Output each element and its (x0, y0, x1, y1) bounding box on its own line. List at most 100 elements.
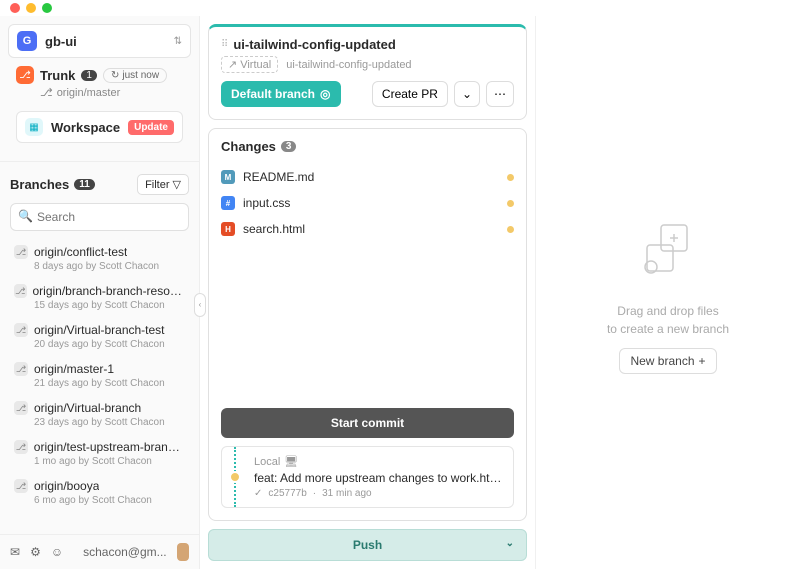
branches-count-badge: 11 (74, 179, 95, 190)
default-branch-button[interactable]: Default branch ◎ (221, 81, 341, 107)
branch-name: origin/booya (34, 479, 99, 493)
minimize-window-icon[interactable] (26, 3, 36, 13)
commit-status-icon: ✓ (254, 488, 262, 499)
laptop-icon: 🖥 (284, 455, 298, 468)
file-name: README.md (243, 170, 499, 184)
center-panel: ‹ ⠿ ui-tailwind-config-updated ↗Virtual … (200, 16, 535, 569)
window-titlebar (0, 0, 800, 16)
branch-icon: ⎇ (14, 284, 27, 298)
branch-icon: ⎇ (14, 401, 28, 415)
branch-icon: ⎇ (14, 479, 28, 493)
commit-meta: ✓ c25777b · 31 min ago (254, 488, 503, 499)
list-item[interactable]: ⎇ origin/test-upstream-branch21 mo ago by… (4, 434, 195, 473)
list-item[interactable]: ⎇ origin/booya6 mo ago by Scott Chacon (4, 473, 195, 512)
trunk-item[interactable]: ⎇ Trunk 1 ↻just now (8, 58, 191, 86)
create-pr-dropdown[interactable]: ⌄ (454, 81, 480, 107)
branch-title: ui-tailwind-config-updated (233, 37, 395, 52)
new-branch-button[interactable]: New branch + (619, 348, 716, 374)
close-window-icon[interactable] (10, 3, 20, 13)
commit-dot-icon (229, 471, 241, 483)
local-label: Local🖥 (254, 455, 503, 468)
branch-name: origin/Virtual-branch-test (34, 323, 165, 337)
sidebar: G gb-ui ⇅ ⎇ Trunk 1 ↻just now ⎇ origin/m… (0, 16, 200, 569)
drop-text: Drag and drop files to create a new bran… (607, 302, 729, 338)
create-pr-button[interactable]: Create PR (372, 81, 448, 107)
gear-icon[interactable]: ⚙ (30, 545, 41, 559)
filter-icon: ▽ (173, 178, 181, 191)
branch-name: origin/Virtual-branch (34, 401, 141, 415)
branch-subtitle: ui-tailwind-config-updated (286, 59, 411, 71)
branch-meta: 21 days ago by Scott Chacon (14, 376, 185, 389)
list-item[interactable]: ⎇ origin/Virtual-branch23 days ago by Sco… (4, 395, 195, 434)
file-icon: # (221, 196, 235, 210)
trunk-count-badge: 1 (81, 70, 97, 81)
list-item[interactable]: ⎇ origin/Virtual-branch-test20 days ago b… (4, 317, 195, 356)
workspace-icon: ▦ (25, 118, 43, 136)
file-row[interactable]: Hsearch.html (209, 216, 526, 242)
file-row[interactable]: M README.md (209, 164, 526, 190)
branch-name: origin/conflict-test (34, 245, 127, 259)
commit-card[interactable]: Local🖥 feat: Add more upstream changes t… (221, 446, 514, 508)
trunk-origin: ⎇ origin/master (8, 86, 191, 107)
modified-dot-icon (507, 174, 514, 181)
branch-name: origin/branch-branch-resource... (33, 284, 186, 298)
feedback-icon[interactable]: ☺ (51, 545, 63, 559)
branch-meta: 23 days ago by Scott Chacon (14, 415, 185, 428)
git-icon: ⎇ (40, 86, 53, 99)
workspace-update-badge[interactable]: Update (128, 120, 174, 135)
branch-meta: 20 days ago by Scott Chacon (14, 337, 185, 350)
commit-hash: c25777b (268, 488, 306, 499)
trunk-label: Trunk (40, 68, 75, 83)
commit-message: feat: Add more upstream changes to work.… (254, 468, 503, 488)
user-email[interactable]: schacon@gm... (83, 545, 167, 559)
changes-card: Changes 3 M README.md # input.css Hsearch.ht… (208, 128, 527, 521)
trunk-icon: ⎇ (16, 66, 34, 84)
filter-button[interactable]: Filter ▽ (137, 174, 189, 195)
workspace-item[interactable]: ▦ Workspace Update (16, 111, 183, 143)
list-item[interactable]: ⎇ origin/branch-branch-resource...15 days… (4, 278, 195, 317)
start-commit-button[interactable]: Start commit (221, 408, 514, 438)
branch-icon: ⎇ (14, 440, 28, 454)
push-button[interactable]: Push ⌄ (208, 529, 527, 561)
branch-name: origin/master-1 (34, 362, 114, 376)
workspace-label: Workspace (51, 120, 120, 135)
trunk-time-pill: ↻just now (103, 68, 167, 83)
commit-time: 31 min ago (322, 488, 371, 499)
sidebar-footer: ✉ ⚙ ☺ schacon@gm... (0, 534, 199, 569)
file-row[interactable]: # input.css (209, 190, 526, 216)
grip-icon[interactable]: ⠿ (221, 39, 227, 50)
branch-more-button[interactable]: ⋯ (486, 81, 514, 107)
file-list: M README.md # input.css Hsearch.html (209, 164, 526, 400)
changes-count-badge: 3 (281, 141, 297, 152)
branch-meta: 15 days ago by Scott Chacon (14, 298, 185, 311)
project-icon: G (17, 31, 37, 51)
virtual-badge: ↗Virtual (221, 56, 278, 73)
changes-heading: Changes 3 (209, 129, 526, 164)
project-selector[interactable]: G gb-ui ⇅ (8, 24, 191, 58)
collapse-handle[interactable]: ‹ (194, 293, 206, 317)
list-item[interactable]: ⎇origin/master-121 days ago by Scott Cha… (4, 356, 195, 395)
search-icon: 🔍 (18, 209, 33, 223)
list-item[interactable]: ⎇origin/conflict-test8 days ago by Scott… (4, 239, 195, 278)
mail-icon[interactable]: ✉ (10, 545, 20, 559)
avatar[interactable] (177, 543, 189, 561)
maximize-window-icon[interactable] (42, 3, 52, 13)
drop-illustration-icon (628, 212, 708, 292)
branch-name: origin/test-upstream-branch2 (34, 440, 185, 454)
search-input[interactable] (10, 203, 189, 231)
project-name: gb-ui (45, 34, 166, 49)
chevron-down-icon[interactable]: ⌄ (506, 538, 514, 549)
file-icon: M (221, 170, 235, 184)
drop-zone[interactable]: Drag and drop files to create a new bran… (535, 16, 800, 569)
branch-icon: ⎇ (14, 245, 28, 259)
plus-icon: + (699, 354, 706, 368)
branch-card: ⠿ ui-tailwind-config-updated ↗Virtual ui… (208, 24, 527, 120)
branches-heading: Branches 11 (10, 177, 95, 192)
chevron-updown-icon: ⇅ (174, 36, 182, 47)
file-name: input.css (243, 196, 499, 210)
branch-meta: 6 mo ago by Scott Chacon (14, 493, 185, 506)
branch-icon: ⎇ (14, 323, 28, 337)
file-icon: H (221, 222, 235, 236)
branch-meta: 1 mo ago by Scott Chacon (14, 454, 185, 467)
file-name: search.html (243, 222, 499, 236)
